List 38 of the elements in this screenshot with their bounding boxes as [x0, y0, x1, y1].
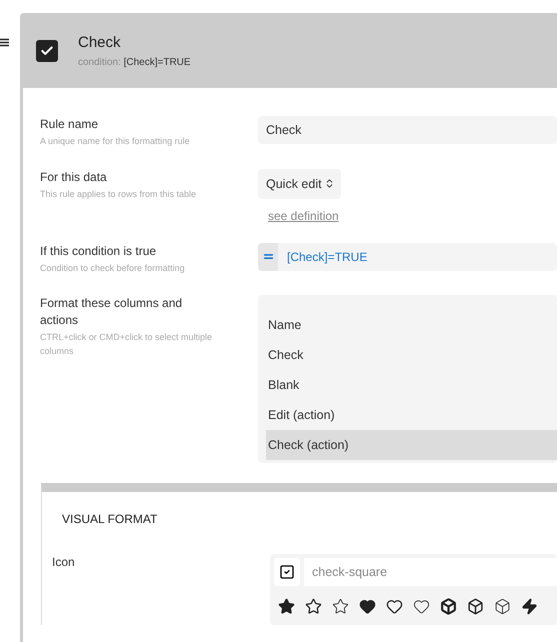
heart-icon[interactable] [386, 598, 403, 616]
check-icon [40, 44, 54, 58]
heart-icon[interactable] [413, 598, 430, 616]
column-option[interactable]: Check [266, 340, 557, 370]
field-hint: A unique name for this formatting rule [40, 134, 191, 148]
section-title: VISUAL FORMAT [61, 512, 158, 526]
cube-icon[interactable] [467, 598, 484, 616]
lightning-icon[interactable] [521, 598, 538, 616]
condition-text: condition: [Check]=TRUE [78, 56, 191, 68]
field-label: Format these columns and actions [40, 295, 184, 330]
column-option[interactable]: Edit (action) [266, 400, 557, 430]
star-icon[interactable] [332, 598, 349, 616]
field-hint: CTRL+click or CMD+click to select multiple columns [40, 331, 214, 358]
star-icon[interactable] [305, 598, 322, 616]
columns-list[interactable]: Name Check Blank Edit (action) Check (action) [258, 295, 557, 464]
star-icon[interactable] [278, 598, 295, 616]
field-label: If this condition is true [40, 242, 158, 260]
field-label: Rule name [40, 116, 100, 133]
menu-icon[interactable] [0, 38, 9, 47]
column-option[interactable]: Blank [266, 370, 557, 400]
equals-icon [258, 242, 278, 271]
rule-name-field[interactable]: Check [258, 116, 557, 144]
column-option[interactable]: Name [266, 310, 557, 340]
icon-search-field[interactable]: check-square [304, 558, 557, 586]
cube-icon[interactable] [494, 598, 511, 616]
field-hint: This rule applies to rows from this table [40, 188, 198, 201]
see-definition-link[interactable]: see definition [268, 208, 339, 223]
table-select[interactable]: Quick edit [258, 168, 341, 199]
checkbox[interactable] [36, 40, 58, 62]
field-label: For this data [40, 168, 108, 186]
heart-icon[interactable] [359, 598, 376, 616]
cube-icon[interactable] [440, 598, 457, 616]
column-option[interactable]: Check (action) [266, 430, 557, 460]
condition-field[interactable]: [Check]=TRUE [258, 242, 557, 271]
checked-box-icon [274, 558, 300, 586]
field-hint: Condition to check before formatting [40, 262, 186, 275]
field-label: Icon [52, 554, 76, 572]
rule-title: Check [78, 34, 122, 50]
